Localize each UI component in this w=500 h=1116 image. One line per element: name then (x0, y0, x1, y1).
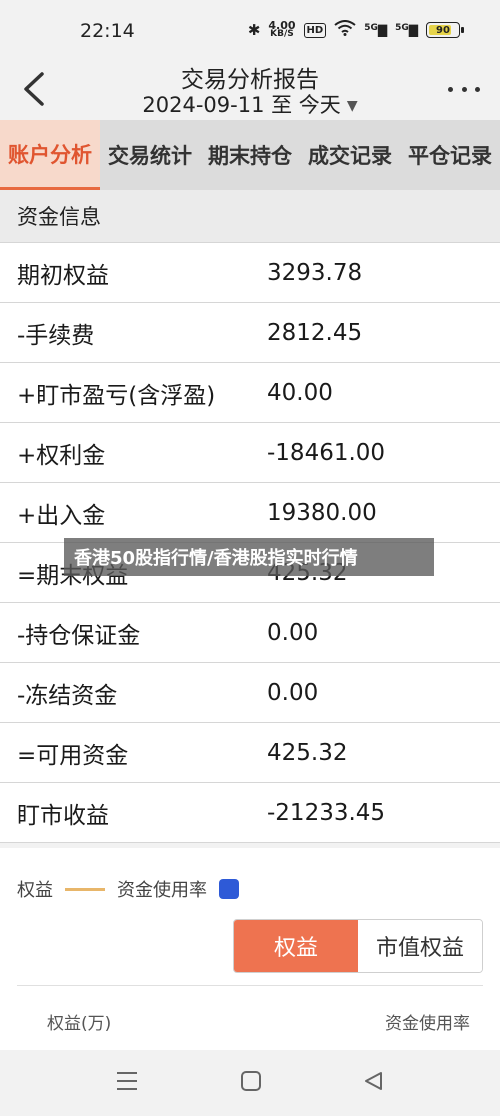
sim1-label: 5G (364, 23, 378, 33)
report-tabs: 账户分析 交易统计 期末持仓 成交记录 平仓记录 (0, 120, 500, 190)
legend-equity-label: 权益 (17, 880, 53, 901)
table-row: 期初权益 3293.78 (0, 243, 500, 303)
status-time: 22:14 (80, 20, 135, 42)
tab-close-records[interactable]: 平仓记录 (400, 120, 500, 190)
more-dot-icon (448, 86, 453, 92)
status-icons: ✱ 4.00 KB/S HD 5G▇ 5G▇ 90 (247, 20, 464, 40)
row-value: 3293.78 (267, 259, 363, 286)
network-speed: 4.00 KB/S (268, 20, 295, 39)
table-row: +盯市盈亏(含浮盈) 40.00 (0, 363, 500, 423)
menu-icon (117, 1072, 137, 1090)
row-value: -18461.00 (267, 439, 386, 466)
more-options-button[interactable] (448, 74, 480, 104)
home-square-icon (241, 1071, 261, 1091)
wifi-icon (334, 20, 356, 40)
hd-voice-icon: HD (303, 22, 327, 38)
tab-trade-records[interactable]: 成交记录 (300, 120, 400, 190)
row-label: -冻结资金 (17, 682, 118, 709)
system-nav-bar (0, 1050, 500, 1116)
legend-usage-label: 资金使用率 (117, 880, 207, 901)
triangle-back-icon (365, 1072, 382, 1090)
back-nav-button[interactable] (362, 1070, 390, 1096)
row-value: -21233.45 (267, 799, 386, 826)
sim2-label: 5G (395, 23, 409, 33)
date-range-label: 2024-09-11 至 今天 (142, 93, 341, 117)
toggle-equity[interactable]: 权益 (234, 920, 358, 972)
date-range-selector[interactable]: 2024-09-11 至 今天 ▼ (0, 89, 500, 119)
row-label: 期初权益 (17, 262, 109, 289)
row-value: 425.32 (267, 739, 348, 766)
toggle-market-equity[interactable]: 市值权益 (358, 920, 482, 972)
row-label: -持仓保证金 (17, 622, 141, 649)
home-nav-button[interactable] (240, 1070, 268, 1096)
legend-equity-swatch (65, 887, 105, 891)
network-speed-unit: KB/S (270, 29, 294, 39)
table-row: 盯市收益 -21233.45 (0, 783, 500, 843)
app-header: 交易分析报告 2024-09-11 至 今天 ▼ (0, 60, 500, 120)
watermark-banner: 香港50股指行情/香港股指实时行情 (64, 538, 434, 576)
tab-trade-statistics[interactable]: 交易统计 (100, 120, 200, 190)
table-row: +出入金 19380.00 (0, 483, 500, 543)
tab-account-analysis[interactable]: 账户分析 (0, 120, 100, 190)
axis-left-label: 权益(万) (47, 1014, 112, 1034)
row-label: 盯市收益 (17, 802, 109, 829)
axis-right-label: 资金使用率 (385, 1014, 470, 1034)
section-title-funds: 资金信息 (0, 190, 500, 243)
table-row: +权利金 -18461.00 (0, 423, 500, 483)
menu-nav-button[interactable] (115, 1070, 143, 1096)
table-row: -冻结资金 0.00 (0, 663, 500, 723)
more-dot-icon (461, 86, 467, 92)
tab-end-positions[interactable]: 期末持仓 (200, 120, 300, 190)
row-label: -手续费 (17, 322, 95, 349)
legend-usage-swatch (219, 879, 239, 899)
row-label: +盯市盈亏(含浮盈) (17, 382, 216, 409)
table-row: -手续费 2812.45 (0, 303, 500, 363)
chart-divider (17, 985, 483, 986)
signal-sim2-icon: 5G▇ (395, 23, 418, 37)
bluetooth-icon: ✱ (247, 21, 261, 39)
status-bar: 22:14 ✱ 4.00 KB/S HD 5G▇ 5G▇ 90 (0, 0, 500, 60)
row-label: +权利金 (17, 442, 106, 469)
table-row: =可用资金 425.32 (0, 723, 500, 783)
table-row: -持仓保证金 0.00 (0, 603, 500, 663)
equity-chart-panel: 权益 资金使用率 权益 市值权益 权益(万) 资金使用率 (0, 848, 500, 1050)
row-label: +出入金 (17, 502, 106, 529)
battery-level: 90 (436, 24, 450, 36)
row-value: 0.00 (267, 619, 319, 646)
row-value: 2812.45 (267, 319, 363, 346)
row-label: =可用资金 (17, 742, 129, 769)
caret-down-icon: ▼ (346, 98, 358, 114)
row-value: 40.00 (267, 379, 333, 406)
signal-sim1-icon: 5G▇ (364, 23, 388, 37)
chart-mode-toggle: 权益 市值权益 (233, 919, 483, 973)
chart-legend: 权益 资金使用率 (17, 876, 239, 902)
more-dot-icon (475, 86, 480, 92)
battery-icon: 90 (426, 22, 464, 38)
row-value: 19380.00 (267, 499, 377, 526)
row-value: 0.00 (267, 679, 319, 706)
